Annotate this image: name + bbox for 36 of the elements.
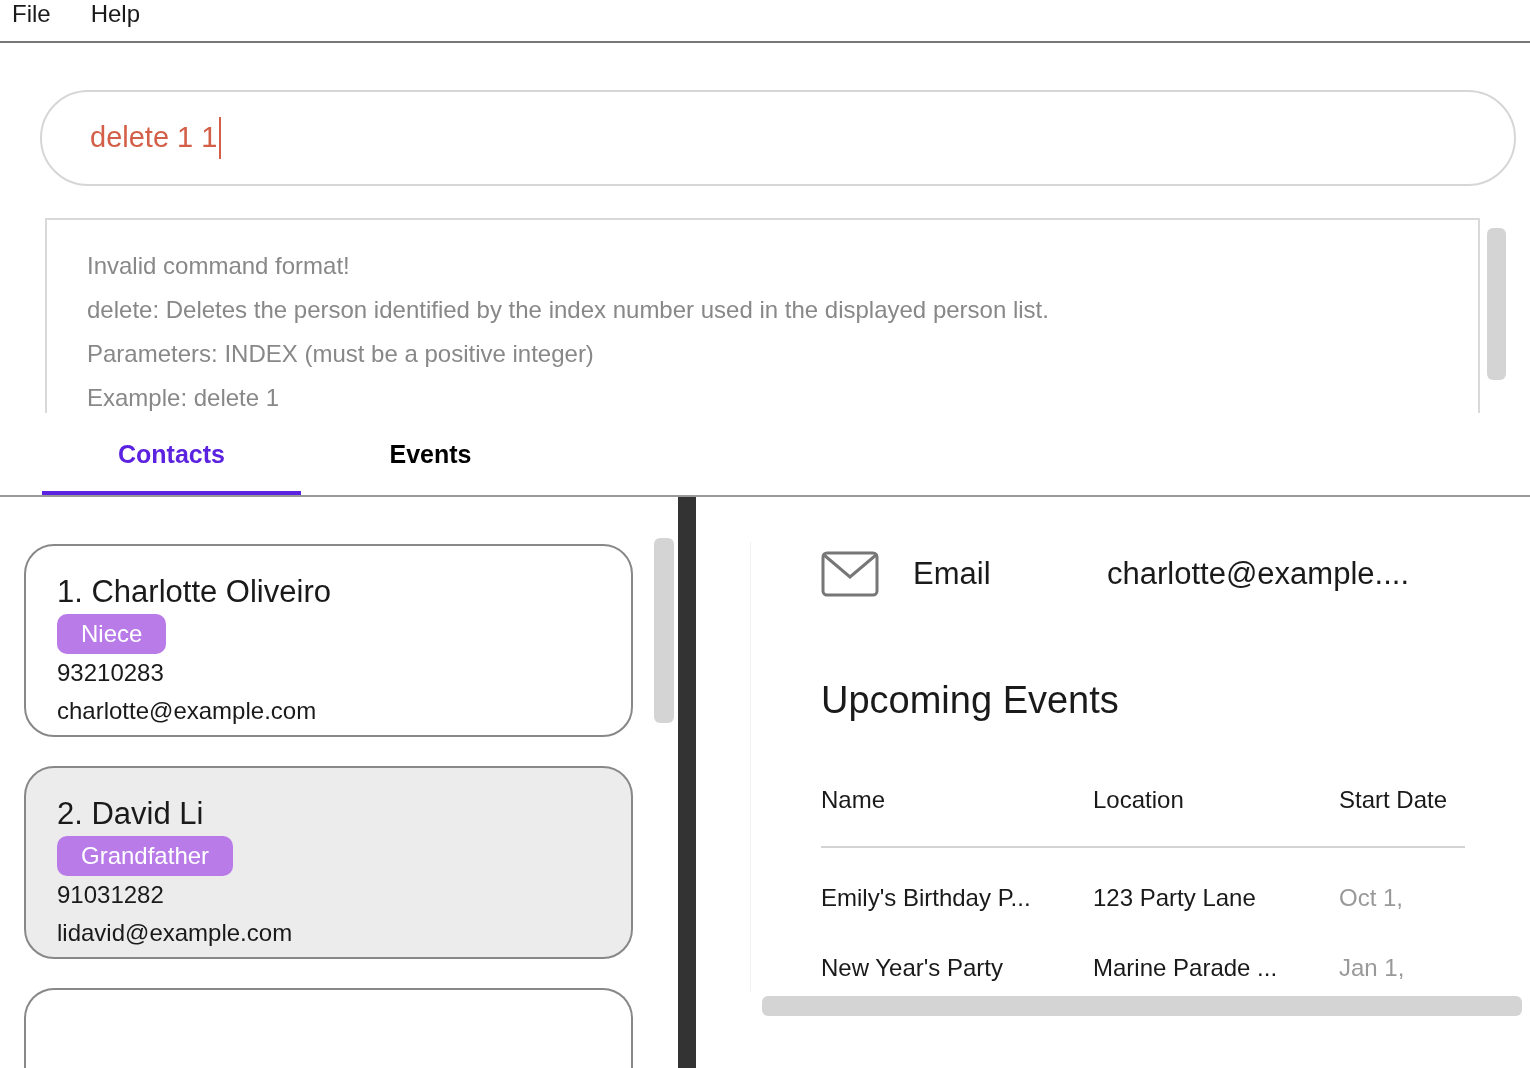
result-text: Example: delete 1 — [87, 383, 281, 413]
command-field[interactable]: delete 1 1 — [40, 90, 1516, 186]
scrollbar-thumb[interactable] — [654, 538, 674, 723]
column-header[interactable]: Location — [1093, 784, 1339, 816]
scrollbar-thumb[interactable] — [1487, 228, 1506, 380]
relation-tag: Grandfather — [57, 836, 234, 876]
column-header[interactable]: Name — [821, 784, 1093, 816]
tab[interactable]: Contacts — [42, 429, 301, 495]
contact-name: 1. Charlotte Oliveiro — [57, 573, 331, 611]
table-cell-text: New Year's Party — [821, 953, 1004, 983]
result-text: delete: Deletes the person identified by the index number used in the displayed person list. — [87, 295, 1050, 325]
field-value: charlotte@example.... — [1107, 554, 1409, 593]
table-cell-text: Oct 1, — [1339, 883, 1405, 913]
section-heading: Upcoming Events — [821, 678, 1120, 723]
email-address: lidavid@example.com — [57, 918, 293, 948]
table-cell-text: Marine Parade ... — [1093, 953, 1279, 983]
table-cell-text: Emily's Birthday P... — [821, 883, 1032, 913]
table-cell-text: 123 Party Lane — [1093, 883, 1257, 913]
phone-number: 93210283 — [57, 658, 164, 688]
tab[interactable]: Events — [301, 429, 560, 495]
result-text: Invalid command format! — [87, 251, 351, 281]
table-cell-text: Jan 1, — [1339, 953, 1406, 983]
phone-number: 91031282 — [57, 880, 164, 910]
contact-card[interactable] — [24, 988, 633, 1068]
column-header[interactable]: Start Date — [1339, 784, 1465, 816]
email-address: charlotte@example.com — [57, 696, 317, 726]
relation-tag: Niece — [57, 614, 167, 654]
envelope-icon — [821, 551, 879, 597]
field-label: Email — [913, 554, 992, 593]
menu-item[interactable]: Help — [90, 0, 141, 28]
horizontal-scrollbar[interactable] — [762, 996, 1522, 1016]
contact-name: 2. David Li — [57, 795, 204, 833]
menu-item[interactable]: File — [12, 0, 51, 28]
contact-card[interactable]: 2. David Li Grandfather 91031282 lidavid@example.com — [24, 766, 633, 959]
result-text: Parameters: INDEX (must be a positive integer) — [87, 339, 595, 369]
contact-card[interactable]: 1. Charlotte Oliveiro Niece 93210283 charlotte@example.com — [24, 544, 633, 737]
